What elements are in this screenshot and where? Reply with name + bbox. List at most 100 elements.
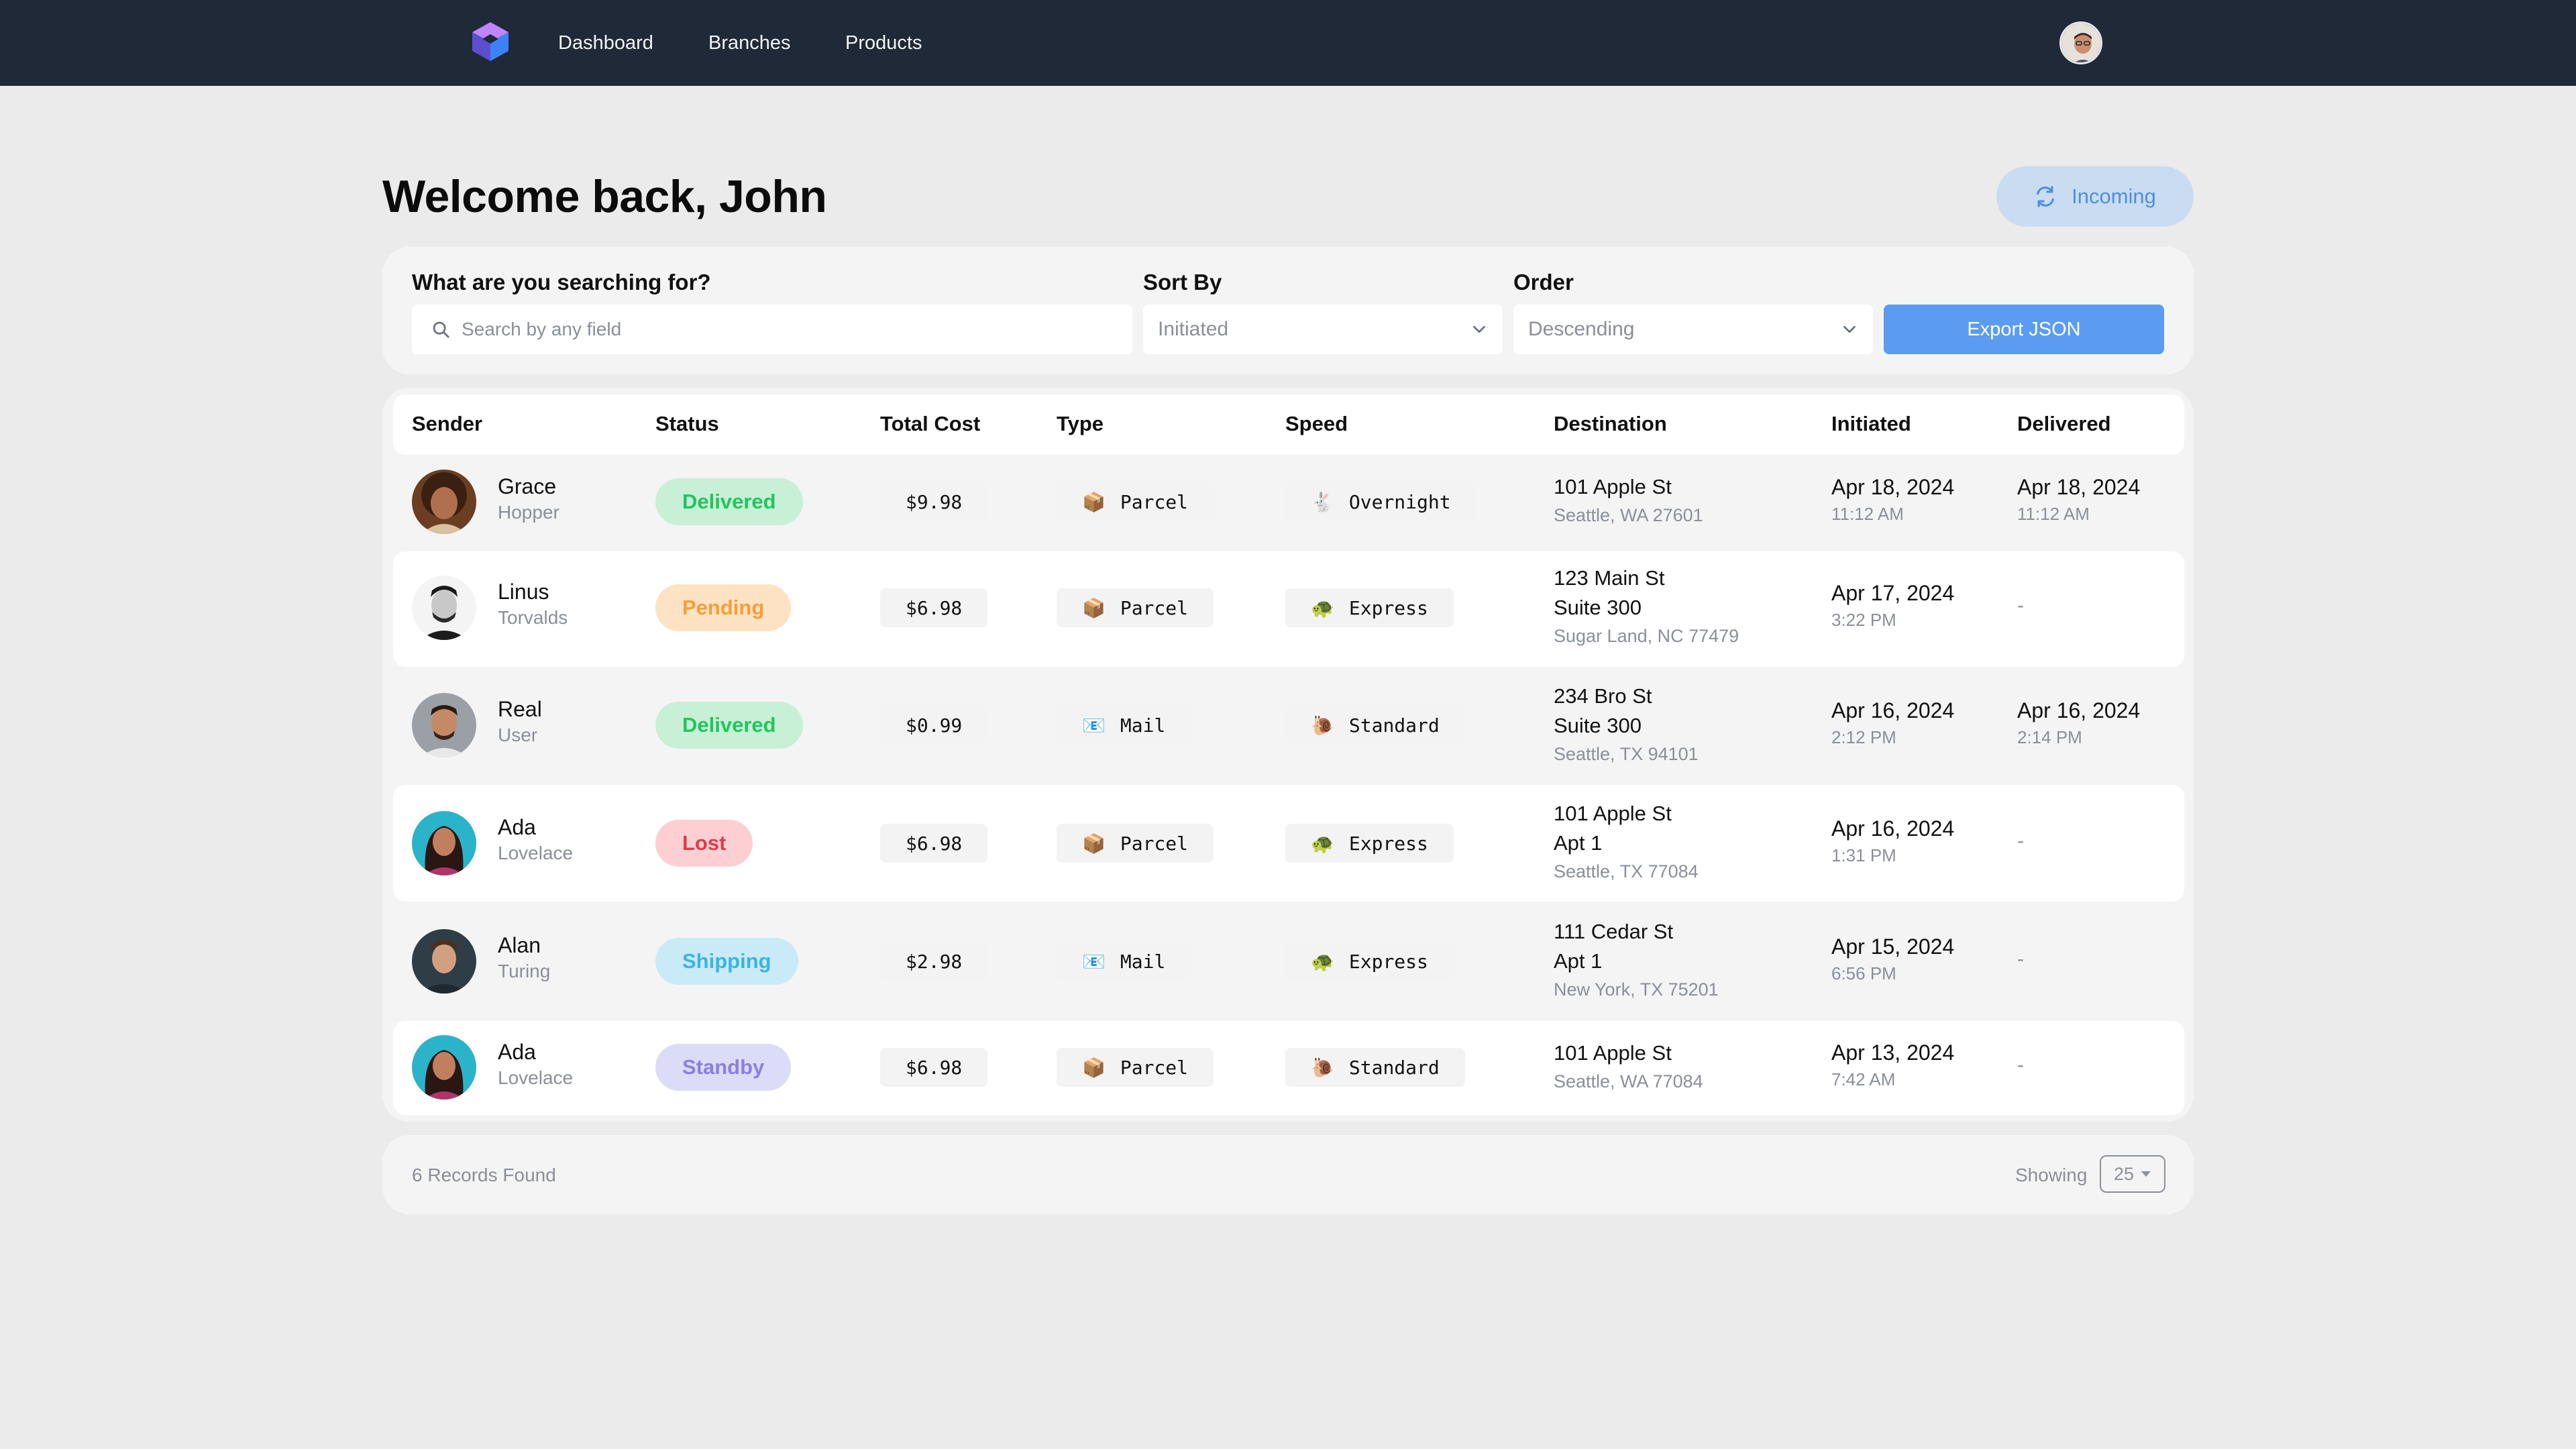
delivered-time: 2:14 PM [2017, 727, 2082, 747]
initiated-time: 1:31 PM [1831, 845, 1896, 865]
destination-city: Sugar Land, NC 77479 [1554, 626, 1739, 646]
chevron-down-icon [1473, 325, 1485, 333]
nav-link-dashboard[interactable]: Dashboard [558, 30, 653, 56]
type-value: Mail [1120, 950, 1166, 973]
top-navbar: Dashboard Branches Products [0, 0, 2576, 86]
page-title: Welcome back, John [382, 171, 827, 222]
destination-street: 123 Main St [1554, 566, 1665, 590]
cost-value: $6.98 [906, 832, 963, 855]
type-value: Mail [1120, 714, 1166, 737]
status-badge: Shipping [655, 938, 798, 985]
col-header-type[interactable]: Type [1057, 411, 1104, 437]
initiated-date: Apr 16, 2024 [1831, 816, 1955, 841]
speed-chip: 🐢 Express [1285, 588, 1454, 627]
speed-chip: 🐌 Standard [1285, 1048, 1465, 1087]
destination-suite: Suite 300 [1554, 596, 1642, 619]
delivered-empty: - [2017, 594, 2024, 616]
sender-avatar [412, 811, 476, 875]
type-chip: 📦 Parcel [1057, 824, 1214, 863]
initiated-date: Apr 18, 2024 [1831, 475, 1955, 499]
parcel-icon: 📦 [1082, 832, 1106, 855]
cost-value: $0.99 [906, 714, 963, 737]
destination-city: Seattle, TX 77084 [1554, 861, 1699, 881]
type-chip: 📧 Mail [1057, 942, 1191, 981]
speed-value: Overnight [1348, 490, 1451, 513]
logo-icon[interactable] [468, 19, 513, 64]
speed-chip: 🐢 Express [1285, 942, 1454, 981]
initiated-time: 2:12 PM [1831, 727, 1896, 747]
table-footer [382, 1135, 2194, 1214]
parcel-icon: 📦 [1082, 596, 1106, 619]
search-input[interactable]: Search by any field [412, 305, 1132, 354]
delivered-date: Apr 18, 2024 [2017, 475, 2141, 499]
type-chip: 📦 Parcel [1057, 1048, 1214, 1087]
nav-link-branches[interactable]: Branches [708, 30, 791, 56]
col-header-destination[interactable]: Destination [1554, 411, 1667, 437]
cost-value: $9.98 [906, 490, 963, 513]
col-header-sender[interactable]: Sender [412, 411, 482, 437]
destination-street: 101 Apple St [1554, 802, 1672, 825]
sort-by-label: Sort By [1143, 270, 1222, 294]
parcel-icon: 📦 [1082, 490, 1106, 513]
snail-icon: 🐌 [1311, 1056, 1334, 1079]
order-select[interactable]: Descending [1513, 305, 1873, 354]
speed-chip: 🐇 Overnight [1285, 482, 1477, 521]
destination-street: 101 Apple St [1554, 475, 1672, 498]
showing-label: Showing [2015, 1165, 2088, 1185]
type-chip: 📧 Mail [1057, 706, 1191, 745]
status-badge: Lost [655, 820, 753, 867]
user-avatar[interactable] [2059, 21, 2102, 64]
cost-chip: $6.98 [880, 824, 988, 863]
cost-value: $2.98 [906, 950, 963, 973]
initiated-date: Apr 17, 2024 [1831, 581, 1955, 605]
col-header-total-cost[interactable]: Total Cost [880, 411, 980, 437]
status-badge: Pending [655, 584, 792, 631]
destination-city: Seattle, TX 94101 [1554, 744, 1699, 764]
caret-down-icon [2141, 1171, 2151, 1177]
search-icon [433, 321, 449, 338]
initiated-time: 11:12 AM [1831, 504, 1904, 524]
incoming-button[interactable]: Incoming [1996, 166, 2194, 227]
col-header-delivered[interactable]: Delivered [2017, 411, 2111, 437]
order-label: Order [1513, 270, 1574, 294]
sender-last-name: Torvalds [498, 607, 568, 628]
col-header-status[interactable]: Status [655, 411, 719, 437]
destination-street: 234 Bro St [1554, 684, 1652, 708]
delivered-time: 11:12 AM [2017, 504, 2090, 524]
sender-first-name: Linus [498, 580, 549, 604]
order-value: Descending [1528, 318, 1635, 340]
rabbit-icon: 🐇 [1311, 490, 1334, 513]
cost-chip: $0.99 [880, 706, 988, 745]
cost-value: $6.98 [906, 596, 963, 619]
col-header-speed[interactable]: Speed [1285, 411, 1348, 437]
cost-chip: $6.98 [880, 588, 988, 627]
type-chip: 📦 Parcel [1057, 482, 1214, 521]
sender-avatar [412, 470, 476, 534]
type-value: Parcel [1120, 1056, 1189, 1079]
speed-chip: 🐌 Standard [1285, 706, 1465, 745]
parcel-icon: 📦 [1082, 1056, 1106, 1079]
initiated-date: Apr 16, 2024 [1831, 698, 1955, 722]
mail-icon: 📧 [1082, 714, 1106, 737]
destination-city: New York, TX 75201 [1554, 979, 1719, 1000]
turtle-icon: 🐢 [1311, 832, 1334, 855]
type-value: Parcel [1120, 596, 1189, 619]
refresh-icon [2037, 186, 2054, 207]
records-count: 6 Records Found [412, 1165, 556, 1185]
export-json-button[interactable]: Export JSON [1884, 305, 2164, 354]
turtle-icon: 🐢 [1311, 950, 1334, 973]
destination-street: 101 Apple St [1554, 1041, 1672, 1065]
incoming-label: Incoming [2072, 184, 2156, 208]
search-label: What are you searching for? [412, 270, 711, 294]
sender-avatar [412, 693, 476, 757]
page-size-select[interactable]: 25 [2100, 1155, 2165, 1193]
sender-avatar [412, 1035, 476, 1099]
speed-value: Standard [1348, 714, 1440, 737]
page-size-value: 25 [2113, 1163, 2135, 1184]
sort-by-select[interactable]: Initiated [1143, 305, 1503, 354]
destination-suite: Apt 1 [1554, 831, 1603, 855]
destination-city: Seattle, WA 77084 [1554, 1071, 1703, 1091]
col-header-initiated[interactable]: Initiated [1831, 411, 1911, 437]
cost-chip: $6.98 [880, 1048, 988, 1087]
nav-link-products[interactable]: Products [845, 30, 922, 56]
